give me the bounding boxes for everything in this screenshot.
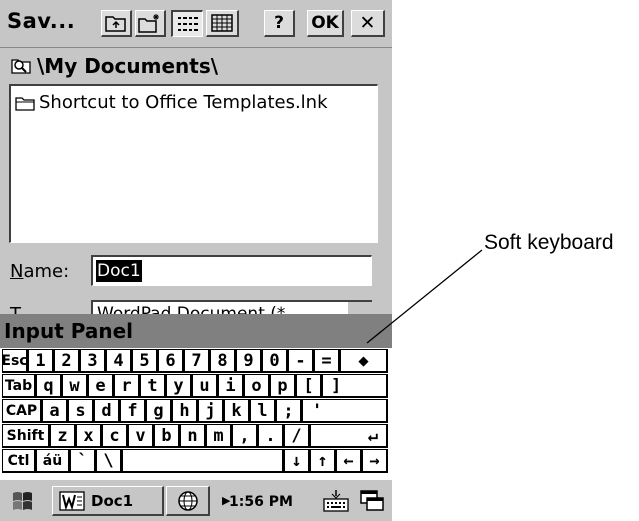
callout-soft-keyboard: Soft keyboard xyxy=(484,231,614,254)
callout-line xyxy=(366,249,483,344)
